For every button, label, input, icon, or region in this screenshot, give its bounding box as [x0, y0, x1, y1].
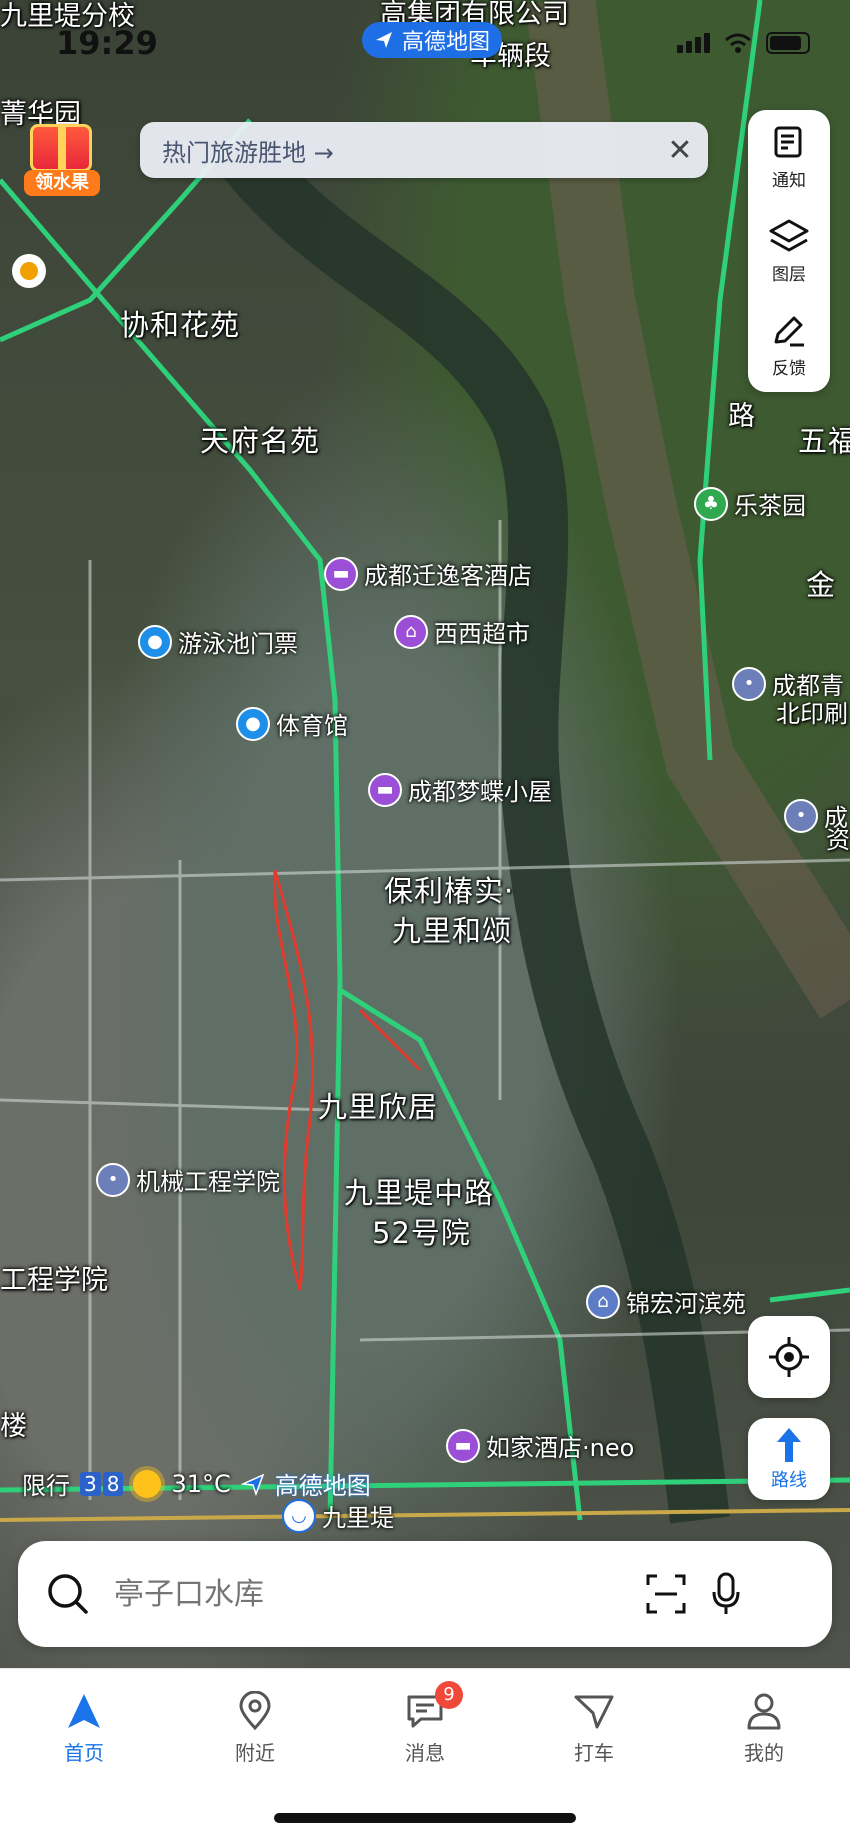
notice-button[interactable]: 通知 [748, 110, 830, 204]
locate-button[interactable] [748, 1316, 830, 1398]
poi-residence[interactable]: ⌂ 锦宏河滨苑 [586, 1284, 746, 1319]
poi-gym[interactable]: ● 体育馆 [236, 706, 348, 741]
poi-swimming[interactable]: ● 游泳池门票 [138, 624, 298, 659]
taxi-flag-icon [574, 1695, 614, 1729]
poi-hotel[interactable]: ▬ 成都梦蝶小屋 [368, 772, 552, 807]
temperature: 31°C [171, 1469, 231, 1498]
transit-icon: ◡ [282, 1498, 316, 1533]
user-icon [747, 1693, 781, 1730]
area-label: 天府名苑 [200, 424, 321, 458]
poi-label: 资 [826, 826, 850, 854]
document-icon [774, 126, 802, 157]
paper-plane-icon [376, 32, 392, 48]
map-toolbar: 通知 图层 反馈 [748, 110, 830, 392]
sport-icon: ● [236, 706, 270, 741]
sun-icon [133, 1469, 162, 1498]
hotel-icon: ▬ [446, 1428, 480, 1463]
tour-banner-text[interactable]: 热门旅游胜地 → [162, 133, 652, 168]
home-indicator[interactable] [274, 1813, 576, 1823]
hotel-icon: ▬ [324, 556, 358, 591]
area-label: 协和花苑 [120, 308, 241, 342]
tab-messages[interactable]: 9 消息 [365, 1681, 485, 1766]
poi-hotel[interactable]: ▬ 如家酒店·neo [446, 1428, 634, 1463]
search-input[interactable] [112, 1575, 636, 1613]
unread-badge: 9 [435, 1681, 463, 1709]
scan-button[interactable] [636, 1573, 696, 1615]
map-roads-layer [0, 0, 850, 1524]
route-arrow-icon [777, 1428, 801, 1462]
voice-button[interactable] [696, 1572, 756, 1616]
location-pin-icon: • [732, 666, 766, 701]
sport-icon: ● [138, 624, 172, 659]
close-icon[interactable]: ✕ [652, 122, 708, 178]
poi-park[interactable]: ♣ 乐茶园 [694, 486, 806, 521]
hotel-icon: ▬ [368, 772, 402, 807]
crosshair-icon [769, 1337, 809, 1377]
promo-label: 领水果 [24, 170, 100, 196]
poi-hotel[interactable]: ▬ 成都迁逸客酒店 [324, 556, 532, 591]
area-label: 楼 [0, 1411, 27, 1442]
weather-bar[interactable]: 限行 3 8 31°C 高德地图 [22, 1466, 371, 1501]
navigation-arrow-icon [68, 1694, 100, 1728]
area-label: 金 [806, 568, 837, 602]
edit-icon [774, 316, 804, 346]
clock: 19:29 [56, 24, 158, 62]
location-pin-icon [239, 1691, 271, 1731]
brand-watermark: 高德地图 [274, 1472, 371, 1500]
layers-button[interactable]: 图层 [748, 204, 830, 298]
area-label: 九里和颂 [392, 914, 513, 948]
tab-taxi[interactable]: 打车 [534, 1691, 654, 1766]
bottom-tab-bar: 首页 附近 9 消息 打车 我的 [0, 1668, 850, 1841]
tree-icon: ♣ [694, 486, 728, 521]
cellular-signal-icon [677, 33, 710, 53]
fruit-promo[interactable]: 领水果 [20, 118, 104, 200]
house-icon: ⌂ [586, 1284, 620, 1319]
poi-transit[interactable]: ◡ 九里堤 [282, 1498, 394, 1533]
tab-home[interactable]: 首页 [24, 1691, 144, 1766]
area-label: 保利椿实· [384, 874, 515, 908]
restriction-label: 限行 [22, 1472, 70, 1500]
scan-icon [646, 1574, 686, 1614]
location-pin-icon: • [784, 798, 818, 833]
area-label: 九里堤中路 [344, 1176, 495, 1210]
wifi-icon [725, 33, 751, 53]
area-label: 52号院 [372, 1216, 471, 1250]
poi-label: 北印刷 [776, 700, 848, 728]
tour-banner[interactable]: 热门旅游胜地 → ✕ [140, 122, 708, 178]
plate-numbers: 3 8 [80, 1471, 124, 1496]
app-switch-badge[interactable]: 高德地图 [362, 22, 503, 58]
area-label: 路 [728, 401, 755, 432]
battery-icon [766, 32, 810, 54]
search-icon[interactable] [46, 1572, 90, 1616]
poi-place[interactable]: • 机械工程学院 [96, 1162, 280, 1197]
satellite-map[interactable]: 九里堤分校 高集团有限公司 车辆段 菁华园 协和花苑 天府名苑 保利椿实· 九里… [0, 0, 850, 1668]
microphone-icon [712, 1572, 740, 1614]
poi-shop[interactable]: ⌂ 西西超市 [394, 614, 530, 649]
area-label: 九里欣居 [318, 1090, 439, 1124]
search-bar[interactable] [18, 1541, 832, 1647]
layers-icon [769, 219, 809, 251]
area-label: 工程学院 [0, 1265, 108, 1296]
location-pin-icon: • [96, 1162, 130, 1197]
tab-profile[interactable]: 我的 [704, 1691, 824, 1766]
gas-station-icon[interactable] [12, 254, 46, 288]
route-button[interactable]: 路线 [748, 1418, 830, 1500]
area-label: 五福 [798, 424, 850, 458]
tab-nearby[interactable]: 附近 [195, 1691, 315, 1766]
shopping-cart-icon: ⌂ [394, 614, 428, 649]
paper-plane-icon [240, 1473, 265, 1496]
feedback-button[interactable]: 反馈 [748, 298, 830, 392]
